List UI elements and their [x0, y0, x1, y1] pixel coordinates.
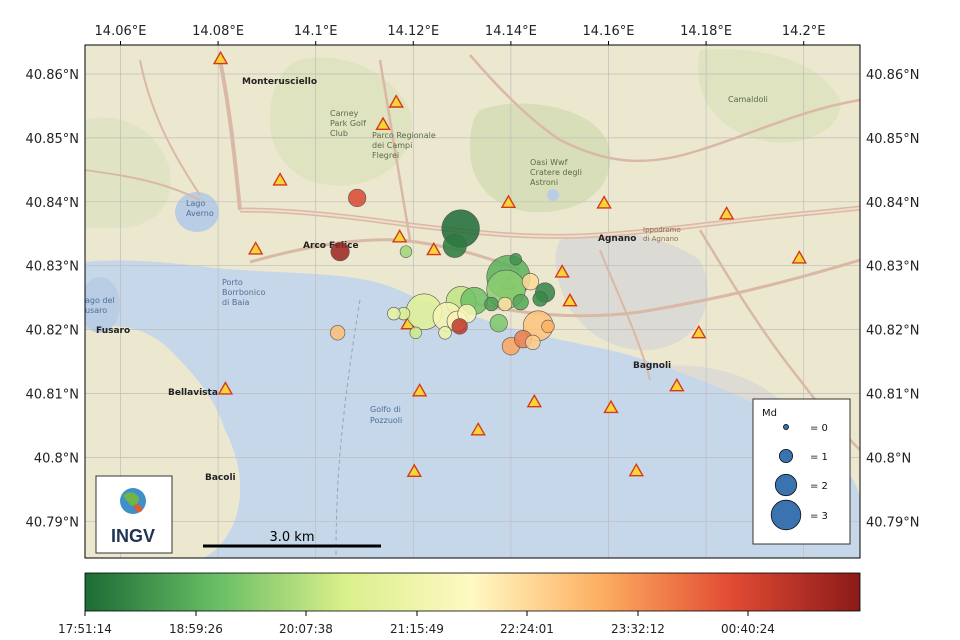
seismicity-map-figure: Monterusciello Arco Felice Agnano Bagnol… [26, 24, 920, 636]
latitude-ticks-right: 40.86°N 40.85°N 40.84°N 40.83°N 40.82°N 40.81… [866, 68, 919, 530]
colorbar: 17:51:14 18:59:26 20:07:38 21:15:49 22:24:01… [58, 572, 861, 636]
colorbar-tick-label: 17:51:14 [58, 622, 112, 636]
event-marker[interactable] [451, 318, 468, 335]
place-label-bagnoli: Bagnoli [633, 361, 671, 371]
latitude-ticks-left: 40.86°N 40.85°N 40.84°N 40.83°N 40.82°N 40.81… [26, 68, 79, 530]
lon-tick-label: 14.2°E [782, 24, 826, 39]
longitude-ticks: 14.06°E 14.08°E 14.1°E 14.12°E 14.14°E 14.16°… [95, 24, 826, 45]
lat-tick-label: 40.83°N [26, 260, 79, 275]
legend-label: = 1 [810, 452, 828, 463]
event-marker[interactable] [330, 242, 350, 262]
ingv-logo: INGV [95, 475, 173, 554]
colorbar-tick-label: 20:07:38 [279, 622, 333, 636]
event-marker[interactable] [484, 296, 499, 312]
colorbar-tick-label: 18:59:26 [169, 622, 223, 636]
place-label-bellavista: Bellavista [168, 388, 218, 398]
lon-tick-label: 14.12°E [387, 24, 439, 39]
colorbar-tick-label: 23:32:12 [611, 622, 665, 636]
lat-tick-label: 40.85°N [866, 132, 919, 147]
place-label-camaldoli: Camaldoli [728, 95, 768, 104]
place-label-fusaro: Fusaro [96, 326, 130, 336]
lat-tick-label: 40.85°N [26, 132, 79, 147]
place-label-agnano: Agnano [598, 234, 636, 244]
event-marker[interactable] [348, 188, 367, 208]
event-marker[interactable] [387, 306, 401, 321]
legend-symbol [774, 473, 798, 497]
lat-tick-label: 40.81°N [26, 388, 79, 403]
lake-fusaro [85, 277, 120, 333]
event-marker[interactable] [438, 326, 452, 340]
event-marker[interactable] [442, 233, 467, 258]
event-marker[interactable] [525, 334, 541, 350]
event-marker[interactable] [512, 294, 529, 311]
scale-bar-label: 3.0 km [270, 530, 315, 545]
event-marker[interactable] [497, 296, 513, 312]
lon-tick-label: 14.06°E [95, 24, 147, 39]
legend-label: = 2 [810, 481, 828, 492]
lat-tick-label: 40.86°N [866, 68, 919, 83]
event-marker[interactable] [409, 326, 422, 339]
colorbar-gradient [84, 572, 861, 612]
event-marker[interactable] [399, 245, 413, 258]
lon-tick-label: 14.08°E [192, 24, 244, 39]
lon-tick-label: 14.18°E [680, 24, 732, 39]
lat-tick-label: 40.84°N [26, 196, 79, 211]
lat-tick-label: 40.82°N [26, 324, 79, 339]
ingv-logo-text: INGV [111, 526, 155, 546]
place-label-arco-felice: Arco Felice [303, 241, 359, 251]
colorbar-tick-label: 21:15:49 [390, 622, 444, 636]
ippodromo-label: Ippodromo di Agnano [643, 226, 681, 243]
lat-tick-label: 40.8°N [866, 451, 911, 466]
legend-label: = 0 [810, 423, 828, 434]
crater-lake [547, 189, 559, 201]
lat-tick-label: 40.84°N [866, 196, 919, 211]
place-label-bacoli: Bacoli [205, 473, 236, 483]
legend-symbol [770, 499, 802, 531]
colorbar-tick-label: 00:40:24 [721, 622, 775, 636]
event-marker[interactable] [521, 273, 539, 291]
lon-tick-label: 14.1°E [294, 24, 338, 39]
event-marker[interactable] [489, 314, 508, 333]
lat-tick-label: 40.82°N [866, 324, 919, 339]
lon-tick-label: 14.16°E [583, 24, 635, 39]
place-label-monterusciello: Monterusciello [242, 77, 317, 87]
legend-label: = 3 [810, 511, 828, 522]
magnitude-legend: Md = 0 = 1 = 2 = 3 [752, 398, 851, 545]
legend-symbol [783, 424, 789, 430]
lat-tick-label: 40.79°N [26, 515, 79, 530]
map-panel[interactable]: Monterusciello Arco Felice Agnano Bagnol… [80, 45, 860, 558]
lat-tick-label: 40.83°N [866, 260, 919, 275]
legend-title: Md [762, 408, 777, 419]
event-marker[interactable] [330, 325, 346, 341]
colorbar-tick-label: 22:24:01 [500, 622, 554, 636]
lat-tick-label: 40.86°N [26, 68, 79, 83]
event-marker[interactable] [532, 291, 548, 307]
legend-symbol [778, 448, 794, 464]
lat-tick-label: 40.79°N [866, 515, 919, 530]
event-marker[interactable] [509, 253, 522, 266]
lon-tick-label: 14.14°E [485, 24, 537, 39]
lat-tick-label: 40.81°N [866, 388, 919, 403]
lat-tick-label: 40.8°N [34, 451, 79, 466]
event-marker[interactable] [541, 319, 555, 334]
